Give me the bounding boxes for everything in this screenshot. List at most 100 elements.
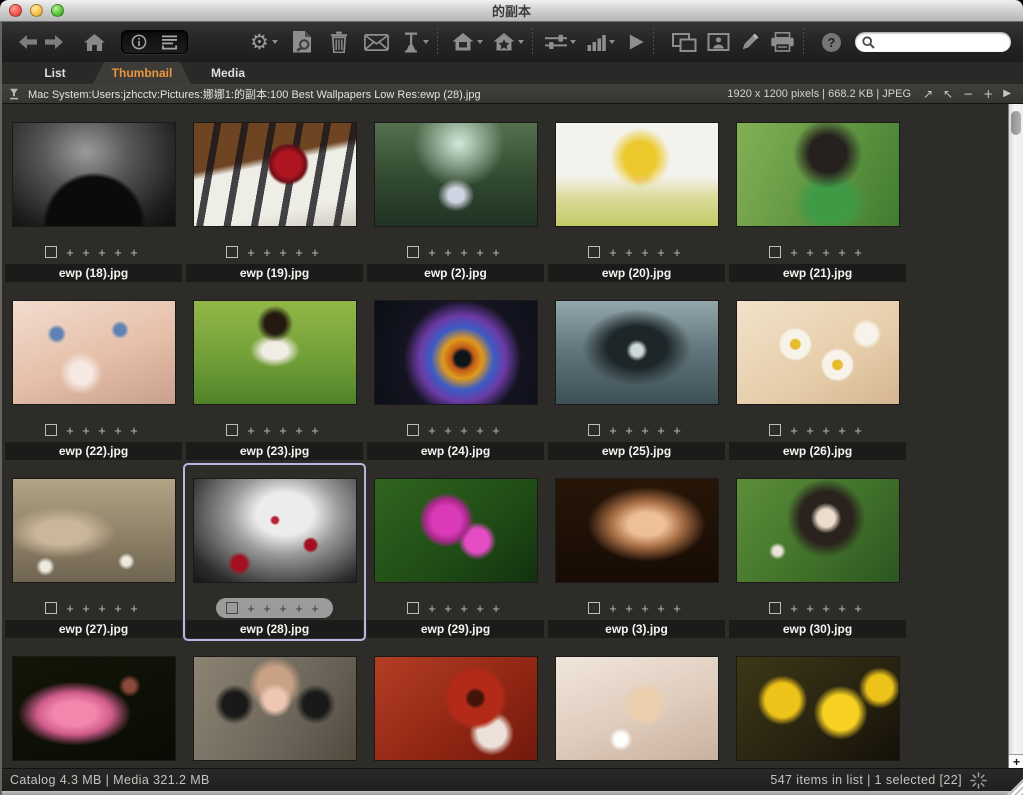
hijab-headphones-thumbnail[interactable] — [193, 657, 356, 760]
thumbnail-cell[interactable]: + + + + + ewp (26).jpg — [729, 288, 906, 460]
kitten-thumbnail[interactable] — [555, 657, 718, 760]
thumbnail-cell[interactable]: +++++ — [367, 644, 544, 768]
checkbox[interactable] — [769, 246, 781, 258]
rating-plus[interactable]: + — [653, 246, 669, 259]
rating-plus[interactable]: + — [62, 424, 78, 437]
zoom-in-icon[interactable]: + — [983, 88, 993, 100]
thumbnail-cell[interactable]: + + + + + ewp (23).jpg — [186, 288, 363, 460]
rating-plus[interactable]: + — [818, 246, 834, 259]
primrose-thumbnail[interactable] — [374, 479, 537, 582]
checkbox[interactable] — [769, 424, 781, 436]
close-button[interactable] — [9, 4, 22, 17]
run-slideshow-button[interactable] — [628, 33, 645, 51]
tab-media[interactable]: Media — [199, 62, 257, 84]
rating-plus[interactable]: + — [850, 602, 866, 615]
rating-plus[interactable]: + — [307, 424, 323, 437]
rating-plus[interactable]: + — [605, 424, 621, 437]
rating-plus[interactable]: + — [472, 246, 488, 259]
rating-plus[interactable]: + — [62, 602, 78, 615]
thumbnail-cell[interactable]: + + + + + ewp (2).jpg — [367, 110, 544, 282]
rating-plus[interactable]: + — [275, 602, 291, 615]
print-button[interactable] — [770, 32, 795, 52]
rating-plus[interactable]: + — [424, 246, 440, 259]
checkbox[interactable] — [588, 246, 600, 258]
rating-plus[interactable]: + — [669, 602, 685, 615]
sort-icon[interactable] — [8, 88, 20, 100]
winter-woman-thumbnail[interactable] — [555, 301, 718, 404]
minimize-button[interactable] — [30, 4, 43, 17]
rating-plus[interactable]: + — [786, 424, 802, 437]
rating-plus[interactable]: + — [834, 424, 850, 437]
rating-plus[interactable]: + — [818, 602, 834, 615]
rating-plus[interactable]: + — [275, 424, 291, 437]
bw-lace-fan-thumbnail[interactable] — [12, 123, 175, 226]
thumbnail-cell[interactable]: + + + + + ewp (18).jpg — [5, 110, 182, 282]
slideshow-options-button[interactable] — [671, 32, 697, 52]
list-pane-toggle-button[interactable] — [161, 35, 178, 50]
rating-plus[interactable]: + — [669, 246, 685, 259]
rating-plus[interactable]: + — [110, 602, 126, 615]
checkbox[interactable] — [588, 424, 600, 436]
rating-plus[interactable]: + — [605, 602, 621, 615]
thumbnail-cell[interactable]: +++++ — [548, 644, 725, 768]
rating-plus[interactable]: + — [605, 246, 621, 259]
face-hand-thumbnail[interactable] — [12, 301, 175, 404]
voice-annotation-button[interactable] — [402, 32, 429, 53]
rating-plus[interactable]: + — [259, 602, 275, 615]
rating-plus[interactable]: + — [637, 246, 653, 259]
rating-plus[interactable]: + — [834, 602, 850, 615]
rating-plus[interactable]: + — [786, 246, 802, 259]
info-toggle-button[interactable] — [131, 34, 147, 50]
grass-woman-thumbnail[interactable] — [736, 479, 899, 582]
organize-button[interactable] — [544, 34, 576, 50]
rating-plus[interactable]: + — [653, 424, 669, 437]
checkbox[interactable] — [226, 424, 238, 436]
checkbox[interactable] — [45, 602, 57, 614]
children-field-thumbnail[interactable] — [12, 479, 175, 582]
rating-plus[interactable]: + — [424, 602, 440, 615]
checkbox[interactable] — [407, 602, 419, 614]
rating-plus[interactable]: + — [307, 246, 323, 259]
checkbox[interactable] — [407, 246, 419, 258]
field-woman-thumbnail[interactable] — [193, 301, 356, 404]
checkbox[interactable] — [407, 424, 419, 436]
rating-plus[interactable]: + — [291, 424, 307, 437]
rating-plus[interactable]: + — [126, 602, 142, 615]
edit-button[interactable] — [739, 32, 760, 53]
reveal-icon[interactable]: ↖ — [943, 88, 953, 100]
rating-plus[interactable]: + — [126, 424, 142, 437]
rating-plus[interactable]: + — [440, 246, 456, 259]
email-button[interactable] — [363, 33, 389, 51]
play-pane-icon[interactable]: ▶ — [1003, 88, 1011, 99]
rating-plus[interactable]: + — [291, 246, 307, 259]
baby-wreath-thumbnail[interactable] — [555, 123, 718, 226]
home-button[interactable] — [84, 33, 105, 51]
thumbnail-cell[interactable]: + + + + + ewp (21).jpg — [729, 110, 906, 282]
rating-plus[interactable]: + — [78, 602, 94, 615]
rating-plus[interactable]: + — [621, 602, 637, 615]
title-bar[interactable]: 的副本 — [0, 0, 1023, 22]
rating-plus[interactable]: + — [456, 602, 472, 615]
pink-rose-thumbnail[interactable] — [12, 657, 175, 760]
forward-button[interactable] — [44, 34, 64, 50]
zoom-in-scroll-button[interactable] — [1009, 754, 1023, 768]
eye-feathers-thumbnail[interactable] — [374, 301, 537, 404]
thumbnail-cell[interactable]: + + + + + ewp (3).jpg — [548, 466, 725, 638]
thumbnail-cell[interactable]: + + + + + ewp (22).jpg — [5, 288, 182, 460]
rating-plus[interactable]: + — [818, 424, 834, 437]
thumbnail-cell[interactable]: +++++ — [729, 644, 906, 768]
rating-plus[interactable]: + — [488, 602, 504, 615]
delete-button[interactable] — [329, 31, 349, 53]
rating-plus[interactable]: + — [259, 246, 275, 259]
rating-plus[interactable]: + — [94, 424, 110, 437]
open-external-icon[interactable]: ↗ — [923, 88, 933, 100]
rating-plus[interactable]: + — [126, 246, 142, 259]
rating-plus[interactable]: + — [456, 424, 472, 437]
checkbox[interactable] — [45, 246, 57, 258]
rating-plus[interactable]: + — [275, 246, 291, 259]
zoom-out-icon[interactable]: − — [963, 88, 973, 100]
rating-plus[interactable]: + — [802, 424, 818, 437]
rating-levels-button[interactable] — [587, 34, 615, 51]
back-button[interactable] — [18, 34, 38, 50]
search-field[interactable] — [855, 32, 1011, 52]
